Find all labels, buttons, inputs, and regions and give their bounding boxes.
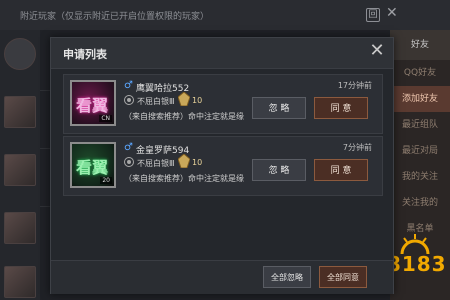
- rank-label: 不屈白银Ⅲ: [137, 159, 175, 168]
- sidebar-item-recent-team[interactable]: 最近组队: [390, 112, 450, 138]
- sidebar-item-recent-match[interactable]: 最近对局: [390, 138, 450, 164]
- rank-label: 不屈白银Ⅲ: [137, 97, 175, 106]
- tab-friends[interactable]: 好友: [390, 30, 450, 60]
- avatar-art-text: 看翼: [76, 96, 109, 115]
- avatar-tag: CN: [99, 115, 112, 122]
- tier-level: 10: [192, 158, 203, 167]
- dialog-footer: 全部忽略 全部同意: [51, 260, 393, 294]
- male-icon: ♂: [124, 80, 133, 91]
- dialog-title: 申请列表: [63, 48, 107, 61]
- ignore-all-button[interactable]: 全部忽略: [263, 266, 311, 288]
- avatar[interactable]: [4, 212, 36, 244]
- filter-icon[interactable]: 回: [366, 8, 380, 22]
- ignore-button[interactable]: 忽 略: [252, 97, 306, 119]
- list-item: 看翼 20 ♂ 金皇罗萨594 7分钟前 不屈白银Ⅲ 10 （来自搜索推荐）命中…: [63, 136, 383, 196]
- sidebar-item-followers[interactable]: 关注我的: [390, 190, 450, 216]
- sidebar-item-qq-friends[interactable]: QQ好友: [390, 60, 450, 86]
- rank-icon: [124, 95, 134, 105]
- close-icon[interactable]: ✕: [386, 5, 398, 21]
- male-icon: ♂: [124, 142, 133, 153]
- close-icon[interactable]: ✕: [367, 41, 387, 61]
- tier-badge-icon: [178, 154, 190, 168]
- avatar[interactable]: [4, 154, 36, 186]
- rank-icon: [124, 157, 134, 167]
- tier-level: 10: [192, 96, 203, 105]
- avatar[interactable]: [4, 38, 36, 70]
- avatar[interactable]: [4, 266, 36, 298]
- avatar-art-text: 看翼: [76, 158, 109, 177]
- accept-all-button[interactable]: 全部同意: [319, 266, 367, 288]
- request-message: （来自搜索推荐）命中注定就是缘: [124, 174, 244, 183]
- ignore-button[interactable]: 忽 略: [252, 159, 306, 181]
- top-bar: 附近玩家（仅显示附近已开启位置权限的玩家） 回 ✕: [0, 0, 450, 30]
- request-message: （来自搜索推荐）命中注定就是缘: [124, 112, 244, 121]
- dialog-header: 申请列表 ✕: [51, 38, 393, 69]
- accept-button[interactable]: 同 意: [314, 97, 368, 119]
- list-item: 看翼 CN ♂ 鹰翼哈拉552 17分钟前 不屈白银Ⅲ 10 （来自搜索推荐）命…: [63, 74, 383, 134]
- request-time: 7分钟前: [342, 143, 372, 152]
- avatar[interactable]: [4, 96, 36, 128]
- tier-badge-icon: [178, 92, 190, 106]
- request-list-dialog: 申请列表 ✕ 看翼 CN ♂ 鹰翼哈拉552 17分钟前 不屈白银Ⅲ 10 （来…: [50, 37, 394, 294]
- request-time: 17分钟前: [337, 81, 372, 90]
- avatar[interactable]: 看翼 20: [70, 142, 116, 188]
- player-list: [0, 30, 40, 300]
- accept-button[interactable]: 同 意: [314, 159, 368, 181]
- avatar[interactable]: 看翼 CN: [70, 80, 116, 126]
- sidebar-item-following[interactable]: 我的关注: [390, 164, 450, 190]
- top-bar-hint: 附近玩家（仅显示附近已开启位置权限的玩家）: [20, 12, 210, 22]
- sidebar-item-add-friend[interactable]: 添加好友: [390, 86, 450, 112]
- avatar-tag: 20: [100, 177, 112, 184]
